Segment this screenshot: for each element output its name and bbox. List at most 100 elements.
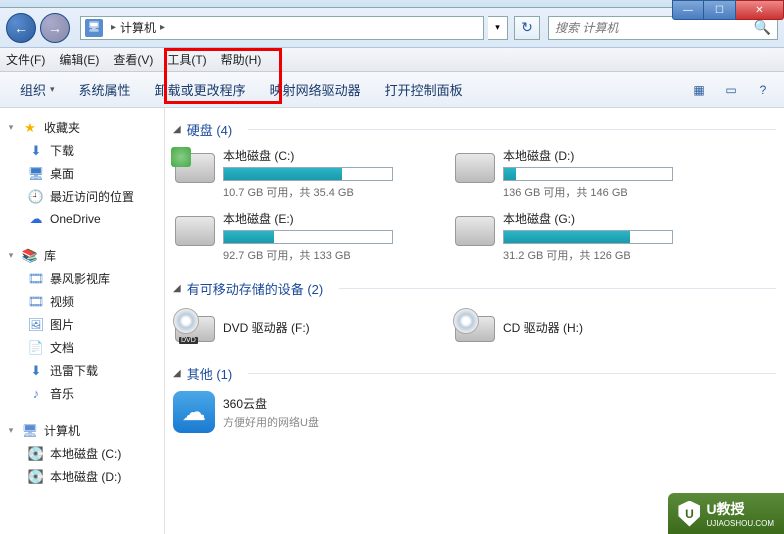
section-removable[interactable]: ◢ 有可移动存储的设备 (2): [165, 275, 784, 302]
control-panel-button[interactable]: 打开控制面板: [373, 76, 475, 103]
video-icon: 🎞: [28, 294, 44, 310]
removable-grid: DVD DVD 驱动器 (F:) CD 驱动器 (H:): [165, 302, 784, 360]
sidebar-computer[interactable]: ▾ 🖥 计算机: [0, 419, 164, 442]
picture-icon: 🖼: [28, 317, 44, 333]
sidebar-drive-c[interactable]: 💽本地磁盘 (C:): [0, 442, 164, 465]
view-mode-button[interactable]: ▦: [686, 79, 712, 101]
drive-usage-bar: [223, 230, 393, 244]
computer-icon: 🖥: [85, 19, 103, 37]
sidebar-documents[interactable]: 📄文档: [0, 336, 164, 359]
sidebar-downloads[interactable]: ⬇下载: [0, 139, 164, 162]
breadcrumb[interactable]: 🖥 ▸ 计算机 ▸: [80, 16, 484, 40]
section-other[interactable]: ◢ 其他 (1): [165, 360, 784, 387]
collapse-icon[interactable]: ▾: [6, 250, 16, 261]
removable-item[interactable]: DVD DVD 驱动器 (F:): [173, 306, 433, 348]
drive-usage-bar: [503, 230, 673, 244]
drive-grid: 本地磁盘 (C:) 10.7 GB 可用，共 35.4 GB 本地磁盘 (D:)…: [165, 143, 784, 275]
collapse-icon[interactable]: ▾: [6, 122, 16, 133]
menu-view[interactable]: 查看(V): [113, 51, 153, 68]
cloud-drive-icon: ☁: [173, 391, 215, 433]
hdd-icon: [453, 210, 495, 252]
sidebar-recent[interactable]: 🕘最近访问的位置: [0, 185, 164, 208]
library-icon: 📚: [22, 248, 38, 264]
sidebar-baofeng[interactable]: 🎞暴风影视库: [0, 267, 164, 290]
help-button[interactable]: ?: [750, 79, 776, 101]
search-icon[interactable]: 🔍: [754, 19, 771, 36]
other-item-360[interactable]: ☁ 360云盘 方便好用的网络U盘: [173, 391, 433, 433]
drive-stats: 92.7 GB 可用，共 133 GB: [223, 247, 433, 263]
menu-help[interactable]: 帮助(H): [221, 51, 262, 68]
star-icon: ★: [22, 120, 38, 136]
drive-icon: 💽: [28, 469, 44, 485]
sidebar: ▾ ★ 收藏夹 ⬇下载 🖥桌面 🕘最近访问的位置 ☁OneDrive ▾ 📚 库…: [0, 108, 165, 534]
minimize-button[interactable]: —: [672, 0, 704, 20]
menubar: 文件(F) 编辑(E) 查看(V) 工具(T) 帮助(H): [0, 48, 784, 72]
close-button[interactable]: ✕: [736, 0, 784, 20]
shield-icon: U: [678, 501, 700, 527]
maximize-button[interactable]: ☐: [704, 0, 736, 20]
collapse-icon[interactable]: ◢: [173, 283, 181, 294]
search-input[interactable]: [555, 21, 754, 35]
video-icon: 🎞: [28, 271, 44, 287]
titlebar: [0, 0, 784, 8]
other-desc: 方便好用的网络U盘: [223, 414, 319, 430]
drive-item[interactable]: 本地磁盘 (E:) 92.7 GB 可用，共 133 GB: [173, 210, 433, 263]
collapse-icon[interactable]: ◢: [173, 368, 181, 379]
cloud-icon: ☁: [28, 211, 44, 227]
chevron-right-icon[interactable]: ▸: [160, 22, 165, 33]
breadcrumb-dropdown[interactable]: ▾: [488, 16, 508, 40]
drive-stats: 31.2 GB 可用，共 126 GB: [503, 247, 713, 263]
menu-tools[interactable]: 工具(T): [167, 51, 206, 68]
drive-item[interactable]: 本地磁盘 (G:) 31.2 GB 可用，共 126 GB: [453, 210, 713, 263]
hdd-icon: [173, 210, 215, 252]
other-grid: ☁ 360云盘 方便好用的网络U盘: [165, 387, 784, 445]
back-button[interactable]: ←: [6, 13, 36, 43]
sidebar-videos[interactable]: 🎞视频: [0, 290, 164, 313]
drive-item[interactable]: 本地磁盘 (D:) 136 GB 可用，共 146 GB: [453, 147, 713, 200]
sidebar-desktop[interactable]: 🖥桌面: [0, 162, 164, 185]
system-properties-button[interactable]: 系统属性: [67, 76, 143, 103]
collapse-icon[interactable]: ◢: [173, 124, 181, 135]
drive-name: CD 驱动器 (H:): [503, 319, 713, 336]
removable-item[interactable]: CD 驱动器 (H:): [453, 306, 713, 348]
refresh-button[interactable]: ↻: [514, 16, 540, 40]
optical-drive-icon: DVD: [173, 306, 215, 348]
map-drive-button[interactable]: 映射网络驱动器: [258, 76, 373, 103]
section-hdd[interactable]: ◢ 硬盘 (4): [165, 116, 784, 143]
optical-drive-icon: [453, 306, 495, 348]
drive-usage-bar: [223, 167, 393, 181]
drive-name: 本地磁盘 (C:): [223, 147, 433, 164]
sidebar-music[interactable]: ♪音乐: [0, 382, 164, 405]
download-icon: ⬇: [28, 363, 44, 379]
download-icon: ⬇: [28, 143, 44, 159]
drive-name: 本地磁盘 (D:): [503, 147, 713, 164]
sidebar-favorites[interactable]: ▾ ★ 收藏夹: [0, 116, 164, 139]
content-pane: ◢ 硬盘 (4) 本地磁盘 (C:) 10.7 GB 可用，共 35.4 GB …: [165, 108, 784, 534]
menu-file[interactable]: 文件(F): [6, 51, 45, 68]
music-icon: ♪: [28, 386, 44, 402]
sidebar-onedrive[interactable]: ☁OneDrive: [0, 208, 164, 230]
drive-name: 本地磁盘 (G:): [503, 210, 713, 227]
menu-edit[interactable]: 编辑(E): [59, 51, 99, 68]
recent-icon: 🕘: [28, 189, 44, 205]
drive-usage-bar: [503, 167, 673, 181]
chevron-right-icon[interactable]: ▸: [111, 22, 116, 33]
drive-stats: 10.7 GB 可用，共 35.4 GB: [223, 184, 433, 200]
preview-pane-button[interactable]: ▭: [718, 79, 744, 101]
forward-button[interactable]: →: [40, 13, 70, 43]
breadcrumb-text[interactable]: 计算机: [120, 19, 156, 36]
organize-button[interactable]: 组织: [8, 76, 67, 103]
drive-item[interactable]: 本地磁盘 (C:) 10.7 GB 可用，共 35.4 GB: [173, 147, 433, 200]
drive-name: DVD 驱动器 (F:): [223, 319, 433, 336]
document-icon: 📄: [28, 340, 44, 356]
collapse-icon[interactable]: ▾: [6, 425, 16, 436]
computer-icon: 🖥: [22, 423, 38, 439]
uninstall-programs-button[interactable]: 卸载或更改程序: [143, 76, 258, 103]
sidebar-pictures[interactable]: 🖼图片: [0, 313, 164, 336]
toolbar: 组织 系统属性 卸载或更改程序 映射网络驱动器 打开控制面板 ▦ ▭ ?: [0, 72, 784, 108]
sidebar-xunlei[interactable]: ⬇迅雷下载: [0, 359, 164, 382]
sidebar-drive-d[interactable]: 💽本地磁盘 (D:): [0, 465, 164, 488]
drive-stats: 136 GB 可用，共 146 GB: [503, 184, 713, 200]
sidebar-libraries[interactable]: ▾ 📚 库: [0, 244, 164, 267]
hdd-icon: [173, 147, 215, 189]
